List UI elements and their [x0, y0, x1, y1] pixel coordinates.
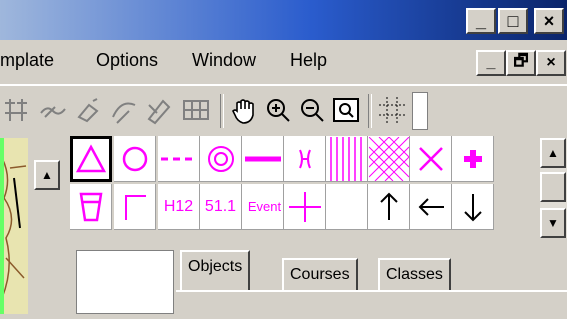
symbol-thick-line[interactable] — [242, 136, 284, 182]
map-canvas[interactable] — [0, 138, 28, 314]
crosshair-grid-icon[interactable] — [376, 94, 408, 126]
curve-tool-icon[interactable] — [108, 94, 140, 126]
zoom-fit-icon[interactable] — [330, 94, 362, 126]
symbol-h12[interactable]: H12 — [158, 184, 200, 230]
symbol-corner[interactable] — [114, 184, 156, 230]
symbol-dashed-line[interactable] — [158, 136, 200, 182]
symbol-plus[interactable] — [452, 136, 494, 182]
symbol-cross-hatch[interactable] — [368, 136, 410, 182]
minimize-button[interactable]: _ — [466, 8, 496, 34]
minimize-icon: _ — [475, 10, 486, 31]
doc-minimize-button[interactable]: _ — [476, 50, 506, 76]
arrow-left-icon — [418, 197, 444, 216]
toolbar-separator — [368, 94, 372, 128]
doc-close-button[interactable]: × — [536, 50, 566, 76]
symbol-51-1[interactable]: 51.1 — [200, 184, 242, 230]
arrow-up-icon: ▲ — [41, 168, 53, 182]
spray-tool-icon[interactable] — [72, 94, 104, 126]
menu-separator — [0, 84, 567, 86]
palette-scroll-thumb[interactable] — [540, 172, 566, 202]
symbol-arrow-down[interactable] — [452, 184, 494, 230]
tab-objects[interactable]: Objects — [180, 250, 251, 290]
symbol-arrow-left[interactable] — [410, 184, 452, 230]
brush-tool-icon[interactable] — [36, 94, 68, 126]
symbol-x-cross[interactable] — [410, 136, 452, 182]
arrow-up-icon — [379, 192, 398, 220]
symbol-triangle[interactable] — [70, 136, 112, 182]
zoom-out-icon[interactable] — [296, 94, 328, 126]
title-bar: _ □ × — [0, 0, 567, 40]
palette-scroll-up-button[interactable]: ▲ — [540, 138, 566, 168]
tab-classes[interactable]: Classes — [378, 258, 451, 292]
palette-scroll-down-button[interactable]: ▼ — [540, 208, 566, 238]
menu-help[interactable]: Help — [290, 50, 327, 71]
preview-box — [76, 250, 174, 314]
maximize-icon: □ — [507, 10, 519, 31]
symbol-circle[interactable] — [114, 136, 156, 182]
menu-bar: mplate Options Window Help _ 🗗 × — [0, 46, 567, 80]
symbol-tool-icon[interactable] — [0, 94, 32, 126]
symbol-arrow-up[interactable] — [368, 184, 410, 230]
menu-template[interactable]: mplate — [0, 50, 54, 71]
close-button[interactable]: × — [534, 8, 564, 34]
minimize-icon: _ — [486, 54, 496, 71]
arrow-down-icon: ▼ — [547, 216, 559, 230]
menu-window[interactable]: Window — [192, 50, 256, 71]
palette-scrollbar[interactable]: ▲ ▼ — [540, 138, 567, 238]
toolbar-overflow[interactable] — [412, 92, 428, 130]
symbol-palette: H12 51.1 Event — [70, 136, 536, 238]
symbol-vertical-hatch[interactable] — [326, 136, 368, 182]
maximize-button[interactable]: □ — [498, 8, 528, 34]
grid-tool-icon[interactable] — [180, 94, 212, 126]
menu-options[interactable]: Options — [96, 50, 158, 71]
symbol-crosshair[interactable] — [284, 184, 326, 230]
restore-icon: 🗗 — [513, 52, 529, 70]
symbol-empty[interactable] — [326, 184, 368, 230]
toolbar-separator — [220, 94, 224, 128]
hand-pan-icon[interactable] — [228, 94, 260, 126]
doc-restore-button[interactable]: 🗗 — [506, 50, 536, 76]
close-icon: × — [543, 10, 555, 31]
symbol-bridge[interactable] — [284, 136, 326, 182]
toolbar — [0, 90, 567, 136]
symbol-double-circle[interactable] — [200, 136, 242, 182]
zoom-in-icon[interactable] — [262, 94, 294, 126]
symbol-event[interactable]: Event — [242, 184, 284, 230]
pen-tool-icon[interactable] — [144, 94, 176, 126]
arrow-up-icon: ▲ — [547, 146, 559, 160]
tab-courses[interactable]: Courses — [282, 258, 358, 292]
tab-baseline — [176, 290, 567, 292]
arrow-down-icon — [463, 193, 482, 221]
left-scroll-up-button[interactable]: ▲ — [34, 160, 60, 190]
symbol-cup[interactable] — [70, 184, 112, 230]
close-icon: × — [546, 54, 556, 71]
